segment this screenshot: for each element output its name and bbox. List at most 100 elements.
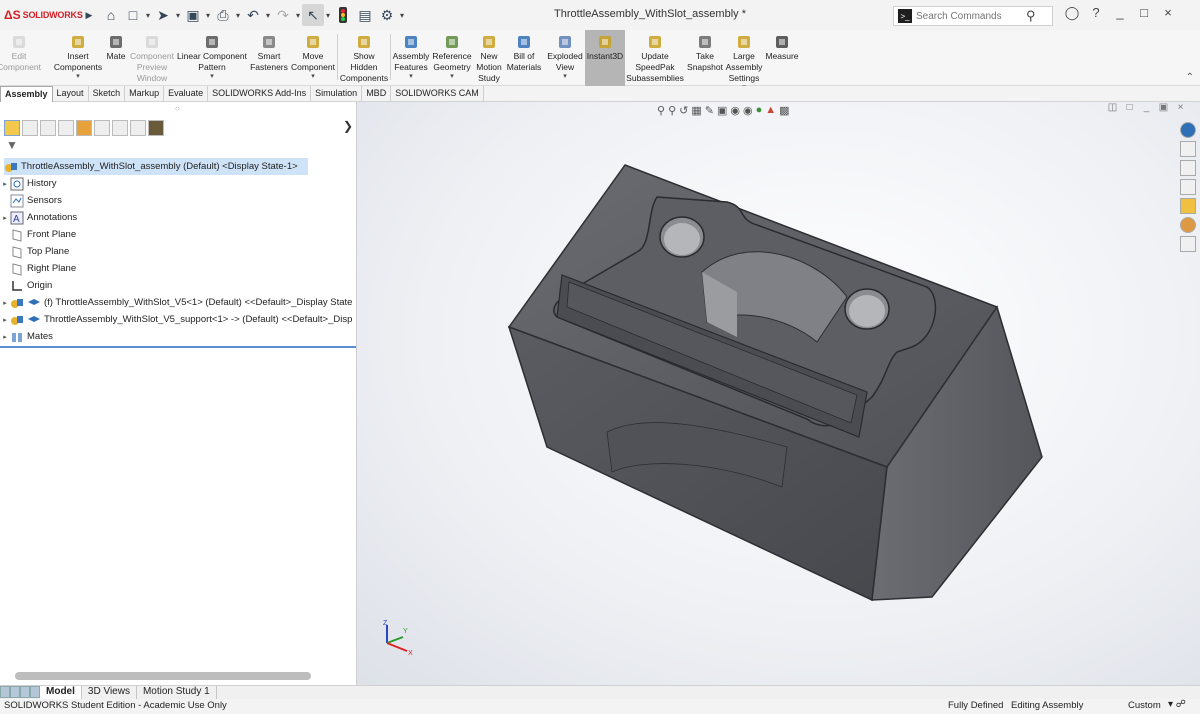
view-settings-icon[interactable]: ▩: [779, 104, 789, 117]
assembly-features-dropdown-icon[interactable]: ▾: [409, 73, 413, 80]
tab-motion-study[interactable]: Motion Study 1: [137, 686, 217, 699]
insert-components-button[interactable]: Insert Components ▾: [52, 30, 104, 86]
last-tab-icon[interactable]: [30, 686, 40, 698]
expand-arrow-icon[interactable]: ▸: [0, 299, 10, 307]
expand-arrow-icon[interactable]: ▸: [0, 214, 10, 222]
cam-tool-tab-icon[interactable]: [130, 120, 146, 136]
tree-root-assembly[interactable]: ThrottleAssembly_WithSlot_assembly (Defa…: [4, 158, 308, 175]
large-assembly-settings-button[interactable]: Large Assembly Settings▾: [724, 30, 764, 91]
mate-button[interactable]: Mate: [104, 30, 128, 86]
undo-dropdown-icon[interactable]: ▾: [264, 11, 272, 20]
cam-nc-tab-icon[interactable]: [148, 120, 164, 136]
print-icon[interactable]: ⎙: [212, 4, 234, 26]
take-snapshot-button[interactable]: Take Snapshot: [686, 30, 724, 86]
tree-item-front-plane[interactable]: Front Plane: [0, 226, 356, 243]
file-properties-icon[interactable]: ▤: [354, 4, 376, 26]
3d-model-part[interactable]: [487, 157, 1047, 617]
first-tab-icon[interactable]: [0, 686, 10, 698]
view-palette-icon[interactable]: [1180, 198, 1196, 214]
viewport-minimize-icon[interactable]: _: [1138, 102, 1155, 113]
reference-geometry-button[interactable]: Reference Geometry ▾: [430, 30, 474, 86]
edit-component-button[interactable]: Edit Component: [0, 30, 41, 86]
hide-show-items-icon[interactable]: ◉: [743, 104, 753, 117]
close-button[interactable]: ×: [1156, 5, 1180, 25]
options-gear-icon[interactable]: ⚙: [376, 4, 398, 26]
previous-view-icon[interactable]: ↺: [679, 104, 688, 117]
undo-icon[interactable]: ↶: [242, 4, 264, 26]
redo-dropdown-icon[interactable]: ▾: [294, 11, 302, 20]
tab-layout[interactable]: Layout: [53, 86, 89, 102]
viewport-maximize-icon[interactable]: ▣: [1155, 102, 1172, 113]
property-manager-tab-icon[interactable]: [22, 120, 38, 136]
print-dropdown-icon[interactable]: ▾: [234, 11, 242, 20]
restore-button[interactable]: □: [1132, 5, 1156, 25]
rebuild-status-icon[interactable]: ▾ ☍: [1168, 699, 1186, 710]
panel-expand-icon[interactable]: ❯: [343, 119, 353, 133]
open-file-icon[interactable]: ➤: [152, 4, 174, 26]
tree-item-annotations[interactable]: ▸ A Annotations: [0, 209, 356, 226]
tab-markup[interactable]: Markup: [125, 86, 165, 102]
expand-arrow-icon[interactable]: ▸: [0, 180, 10, 188]
apply-scene-icon[interactable]: ▲: [765, 104, 776, 116]
cam-operation-tab-icon[interactable]: [112, 120, 128, 136]
home-icon[interactable]: ⌂: [100, 4, 122, 26]
rollback-bar[interactable]: [0, 346, 356, 348]
folder-icon[interactable]: [1180, 179, 1196, 195]
viewport-tile-icon[interactable]: ◫: [1104, 102, 1121, 113]
search-input[interactable]: [916, 10, 1026, 22]
tree-item-top-plane[interactable]: Top Plane: [0, 243, 356, 260]
exploded-view-button[interactable]: Exploded View ▾: [545, 30, 585, 86]
new-dropdown-icon[interactable]: ▾: [144, 11, 152, 20]
tree-item-origin[interactable]: Origin: [0, 277, 356, 294]
exploded-view-dropdown-icon[interactable]: ▾: [563, 73, 567, 80]
help-icon[interactable]: ?: [1084, 5, 1108, 25]
section-view-icon[interactable]: ▦: [691, 104, 701, 117]
linear-component-pattern-dropdown-icon[interactable]: ▾: [210, 73, 214, 80]
instant3d-button[interactable]: Instant3D: [585, 30, 625, 86]
save-dropdown-icon[interactable]: ▾: [204, 11, 212, 20]
tab-mbd[interactable]: MBD: [362, 86, 392, 102]
rebuild-traffic-light-icon[interactable]: [332, 4, 354, 26]
tab-assembly[interactable]: Assembly: [0, 86, 53, 102]
tree-item-right-plane[interactable]: Right Plane: [0, 260, 356, 277]
solidworks-resources-icon[interactable]: [1180, 122, 1196, 138]
component-preview-window-button[interactable]: Component Preview Window: [128, 30, 176, 86]
tab-sketch[interactable]: Sketch: [89, 86, 126, 102]
minimize-button[interactable]: _: [1108, 5, 1132, 25]
linear-component-pattern-button[interactable]: Linear Component Pattern ▾: [176, 30, 248, 86]
tree-item-f-throttleassembly-withslot-v5-1-default[interactable]: ▸ (f) ThrottleAssembly_WithSlot_V5<1> (De…: [0, 294, 356, 311]
edit-appearance-icon[interactable]: ●: [756, 104, 763, 116]
show-hidden-components-button[interactable]: Show Hidden Components: [339, 30, 389, 86]
reference-geometry-dropdown-icon[interactable]: ▾: [450, 73, 454, 80]
panel-grip-icon[interactable]: ○: [175, 104, 180, 113]
search-icon[interactable]: ⚲: [1026, 8, 1036, 24]
design-library-icon[interactable]: [1180, 141, 1196, 157]
prev-tab-icon[interactable]: [10, 686, 20, 698]
file-explorer-icon[interactable]: [1180, 160, 1196, 176]
expand-arrow-icon[interactable]: ▸: [0, 316, 10, 324]
tree-item-sensors[interactable]: Sensors: [0, 192, 356, 209]
tab-simulation[interactable]: Simulation: [311, 86, 363, 102]
tree-item-mates[interactable]: ▸ Mates: [0, 328, 356, 345]
viewport-close-icon[interactable]: ×: [1172, 102, 1189, 113]
display-style-icon[interactable]: ◉: [730, 104, 740, 117]
graphics-viewport[interactable]: ⚲ ⚲ ↺ ▦ ✎ ▣ ◉ ◉ ● ▲ ▩ ◫ □ _ ▣ × Z Y X: [357, 102, 1200, 685]
tab-evaluate[interactable]: Evaluate: [164, 86, 209, 102]
options-dropdown-icon[interactable]: ▾: [398, 11, 406, 20]
bill-of-materials-button[interactable]: Bill of Materials: [505, 30, 543, 86]
filter-icon[interactable]: ▼: [6, 138, 18, 152]
open-dropdown-icon[interactable]: ▾: [174, 11, 182, 20]
tab-model[interactable]: Model: [40, 686, 82, 699]
insert-components-dropdown-icon[interactable]: ▾: [76, 73, 80, 80]
move-component-button[interactable]: Move Component ▾: [290, 30, 336, 86]
user-account-icon[interactable]: ◯: [1060, 5, 1084, 25]
dynamic-annotation-icon[interactable]: ✎: [705, 104, 714, 117]
viewport-restore-icon[interactable]: □: [1121, 102, 1138, 113]
zoom-area-icon[interactable]: ⚲: [668, 104, 676, 117]
move-component-dropdown-icon[interactable]: ▾: [311, 73, 315, 80]
redo-icon[interactable]: ↷: [272, 4, 294, 26]
update-speedpak-subassemblies-button[interactable]: Update SpeedPak Subassemblies: [626, 30, 684, 86]
new-motion-study-button[interactable]: New Motion Study: [474, 30, 504, 86]
display-manager-tab-icon[interactable]: [76, 120, 92, 136]
select-pointer-icon[interactable]: ↖: [302, 4, 324, 26]
